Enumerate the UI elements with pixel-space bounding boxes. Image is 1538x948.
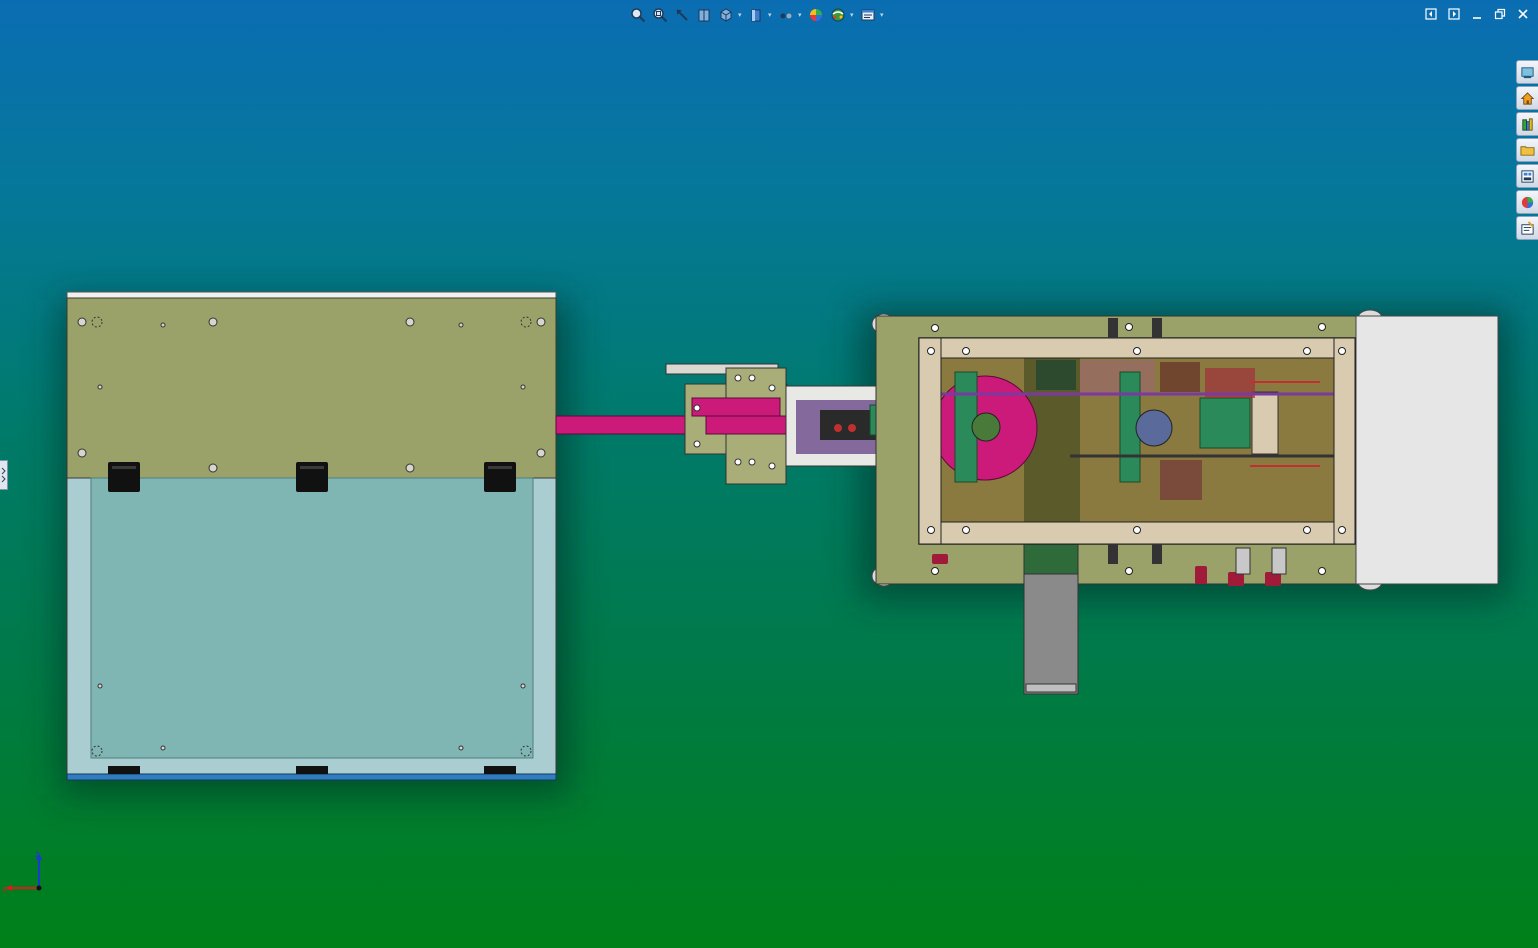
- view-orientation-icon[interactable]: [716, 5, 736, 25]
- edit-appearance-icon[interactable]: [806, 5, 826, 25]
- custom-properties-icon[interactable]: [1516, 216, 1538, 240]
- restore-icon[interactable]: [1490, 5, 1509, 23]
- design-library-icon[interactable]: [1516, 112, 1538, 136]
- display-style-menu-icon[interactable]: ▾: [768, 5, 774, 25]
- home-icon[interactable]: [1516, 86, 1538, 110]
- close-icon[interactable]: [1513, 5, 1532, 23]
- x-axis-label: X: [2, 887, 7, 894]
- file-explorer-icon[interactable]: [1516, 138, 1538, 162]
- left-enclosure[interactable]: [66, 291, 557, 781]
- heads-up-view-toolbar: ▾ ▾ ▾ ▾ ▾: [628, 4, 886, 26]
- reference-triad: Z X: [2, 852, 42, 894]
- apply-scene-menu-icon[interactable]: ▾: [850, 5, 856, 25]
- top-olive-plate: [66, 297, 557, 479]
- apply-scene-icon[interactable]: [828, 5, 848, 25]
- z-axis-label: Z: [35, 852, 40, 859]
- document-window-controls: [1421, 5, 1532, 23]
- previous-view-icon[interactable]: [672, 5, 692, 25]
- bottom-rail: [66, 773, 557, 781]
- solidworks-resources-icon[interactable]: [1516, 60, 1538, 84]
- cad-model-view[interactable]: [0, 0, 1538, 948]
- minimize-icon[interactable]: [1467, 5, 1486, 23]
- graphics-area[interactable]: ▾ ▾ ▾ ▾ ▾ Z X: [0, 0, 1538, 948]
- section-view-icon[interactable]: [694, 5, 714, 25]
- task-pane-tabs: [1516, 60, 1538, 240]
- zoom-to-fit-icon[interactable]: [628, 5, 648, 25]
- view-palette-icon[interactable]: [1516, 164, 1538, 188]
- featuremanager-expand-handle[interactable]: [0, 460, 8, 490]
- hide-show-items-icon[interactable]: [776, 5, 796, 25]
- view-settings-icon[interactable]: [858, 5, 878, 25]
- appearances-scenes-icon[interactable]: [1516, 190, 1538, 214]
- display-style-icon[interactable]: [746, 5, 766, 25]
- tile-right-icon[interactable]: [1444, 5, 1463, 23]
- white-cover: [1355, 315, 1499, 585]
- hide-show-items-menu-icon[interactable]: ▾: [798, 5, 804, 25]
- machine-base[interactable]: [871, 309, 1499, 695]
- view-settings-menu-icon[interactable]: ▾: [880, 5, 886, 25]
- glass-panel: [90, 477, 534, 759]
- tile-left-icon[interactable]: [1421, 5, 1440, 23]
- view-orientation-menu-icon[interactable]: ▾: [738, 5, 744, 25]
- zoom-to-area-icon[interactable]: [650, 5, 670, 25]
